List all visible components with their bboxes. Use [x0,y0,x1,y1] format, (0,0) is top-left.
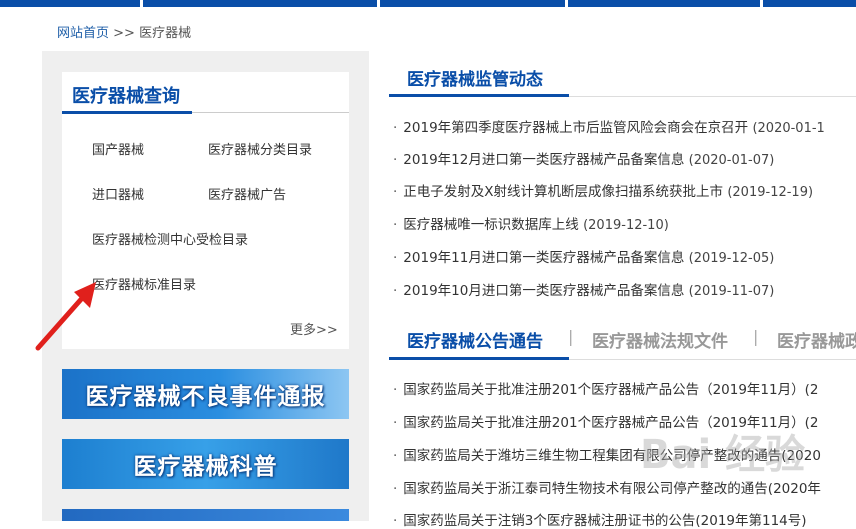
science-banner-label: 医疗器械科普 [133,454,278,480]
query-link-classification[interactable]: 医疗器械分类目录 [208,139,312,158]
news-title-underline [389,94,569,97]
query-link-imported[interactable]: 进口器械 [92,184,144,203]
notice-tab-underline [389,357,569,360]
tab-separator: | [568,327,574,346]
news-section-title: 医疗器械监管动态 [407,70,543,90]
tab-separator: | [753,327,759,346]
tab-notices[interactable]: 医疗器械公告通告 [407,327,543,352]
top-nav-bar [0,0,856,7]
query-link-testing-center[interactable]: 医疗器械检测中心受检目录 [92,229,248,248]
news-item[interactable]: · 医疗器械唯一标识数据库上线 (2019-12-10) [393,213,669,233]
breadcrumb: 网站首页 >> 医疗器械 [57,22,191,41]
device-query-panel: 医疗器械查询 国产器械 医疗器械分类目录 进口器械 医疗器械广告 医疗器械检测中… [62,72,349,349]
query-link-domestic[interactable]: 国产器械 [92,139,144,158]
third-banner[interactable] [62,509,349,521]
breadcrumb-current: 医疗器械 [139,26,192,41]
red-arrow-annotation [35,282,96,351]
query-link-advertising[interactable]: 医疗器械广告 [208,184,286,203]
tab-policy[interactable]: 医疗器械政 [777,327,856,352]
query-panel-header: 医疗器械查询 [62,72,349,114]
news-item[interactable]: · 正电子发射及X射线计算机断层成像扫描系统获批上市 (2019-12-19) [393,180,813,200]
query-link-standards[interactable]: 医疗器械标准目录 [92,274,196,293]
science-banner[interactable]: 医疗器械科普 [62,439,349,489]
query-more-link[interactable]: 更多>> [290,319,338,338]
adverse-event-banner[interactable]: 医疗器械不良事件通报 [62,369,349,419]
news-item[interactable]: · 2019年11月进口第一类医疗器械产品备案信息 (2019-12-05) [393,246,774,266]
notice-item[interactable]: · 国家药监局关于批准注册201个医疗器械产品公告（2019年11月）(2 [393,378,818,398]
breadcrumb-home-link[interactable]: 网站首页 [57,26,109,41]
notice-item[interactable]: · 国家药监局关于潍坊三维生物工程集团有限公司停产整改的通告(2020 [393,444,821,464]
news-item[interactable]: · 2019年12月进口第一类医疗器械产品备案信息 (2020-01-07) [393,148,774,168]
notice-item[interactable]: · 国家药监局关于浙江泰司特生物技术有限公司停产整改的通告(2020年 [393,477,821,497]
tab-regulations[interactable]: 医疗器械法规文件 [592,327,728,352]
query-panel-title: 医疗器械查询 [72,86,180,107]
title-underline [62,111,192,114]
notice-item[interactable]: · 国家药监局关于注销3个医疗器械注册证书的公告(2019年第114号) [393,509,807,529]
news-item[interactable]: · 2019年10月进口第一类医疗器械产品备案信息 (2019-11-07) [393,279,774,299]
news-item[interactable]: · 2019年第四季度医疗器械上市后监管风险会商会在京召开 (2020-01-1 [393,116,825,136]
adverse-event-banner-label: 医疗器械不良事件通报 [85,384,326,410]
breadcrumb-separator: >> [109,26,140,41]
notice-item[interactable]: · 国家药监局关于批准注册201个医疗器械产品公告（2019年11月）(2 [393,411,818,431]
